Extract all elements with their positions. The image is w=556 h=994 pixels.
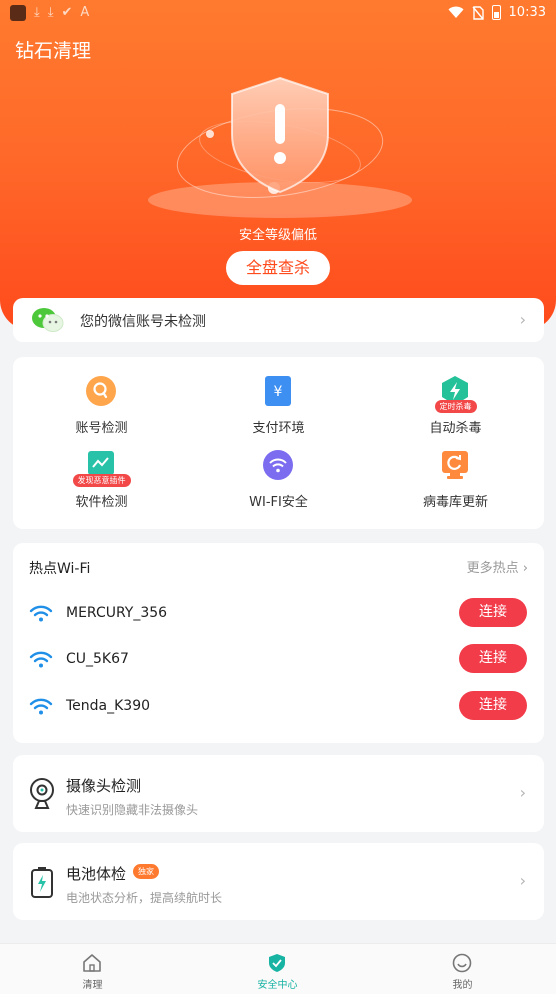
full-scan-button[interactable]: 全盘查杀 (226, 251, 330, 285)
tab-clean[interactable]: 清理 (0, 944, 185, 994)
payment-yen-icon: ¥ (265, 376, 291, 406)
wifi-ssid: CU_5K67 (66, 651, 129, 667)
account-search-icon (86, 376, 116, 406)
a-icon: A (80, 5, 90, 20)
tab-label: 安全中心 (257, 980, 298, 991)
camera-check-subtitle: 快速识别隐藏非法摄像头 (66, 803, 199, 817)
wifi-row: Tenda_K390 连接 (13, 684, 544, 730)
tab-security-center[interactable]: 安全中心 (185, 944, 370, 994)
tab-label: 清理 (82, 980, 103, 991)
warning-shield-icon (231, 76, 329, 194)
feature-label: 软件检测 (75, 495, 128, 510)
tab-mine[interactable]: 我的 (370, 944, 555, 994)
profile-icon (452, 953, 472, 973)
wifi-icon (29, 698, 53, 715)
feature-wifi-security[interactable]: WI-FI安全 (190, 431, 367, 511)
bottom-tab-bar: 清理 安全中心 我的 (0, 943, 556, 994)
wifi-ssid: MERCURY_356 (66, 605, 168, 621)
feature-auto-antivirus[interactable]: 定时杀毒 自动杀毒 (367, 357, 544, 437)
home-icon (83, 954, 101, 972)
camera-check-title: 摄像头检测 (66, 777, 142, 795)
camera-check-card[interactable]: 摄像头检测 快速识别隐藏非法摄像头 › (13, 755, 544, 832)
wechat-check-banner[interactable]: 您的微信账号未检测 › (13, 298, 544, 342)
download-icon: ⤓ (47, 5, 54, 20)
more-hotspots-label: 更多热点 (466, 561, 519, 576)
timed-antivirus-badge: 定时杀毒 (434, 400, 477, 413)
no-sim-icon (471, 5, 484, 20)
virus-db-update-icon (442, 451, 468, 479)
wifi-icon (29, 651, 53, 668)
chevron-right-icon: › (519, 783, 526, 802)
malicious-plugin-badge: 发现恶意插件 (72, 474, 131, 487)
hotspot-wifi-card: 热点Wi-Fi 更多热点 › MERCURY_356 连接 CU_5K67 连接… (13, 543, 544, 743)
wifi-signal-icon (448, 6, 464, 18)
feature-payment-env[interactable]: ¥ 支付环境 (190, 357, 367, 437)
feature-label: WI-FI安全 (249, 495, 308, 510)
security-level-text: 安全等级偏低 (238, 228, 317, 243)
chevron-right-icon: › (519, 310, 526, 329)
chevron-right-icon: › (522, 561, 528, 576)
tab-label: 我的 (452, 980, 473, 991)
wechat-notice-text: 您的微信账号未检测 (80, 314, 206, 330)
check-icon: ✔ (61, 5, 73, 20)
battery-check-subtitle: 电池状态分析，提高续航时长 (66, 891, 223, 905)
hero-banner: ⤓ ⤓ ✔ A 10:33 钻石清理 安全等级偏低 全盘查杀 (0, 0, 556, 330)
svg-text:¥: ¥ (274, 384, 283, 400)
wifi-icon (29, 605, 53, 622)
status-bar: ⤓ ⤓ ✔ A 10:33 (0, 0, 556, 28)
shield-check-icon (269, 954, 285, 972)
wechat-icon (32, 308, 64, 332)
connect-button[interactable]: 连接 (459, 598, 527, 627)
camera-icon (30, 778, 54, 809)
battery-icon (491, 5, 501, 20)
app-title: 钻石清理 (15, 40, 92, 62)
exclusive-badge: 独家 (133, 864, 159, 879)
wifi-row: MERCURY_356 连接 (13, 591, 544, 637)
wifi-security-icon (263, 450, 293, 480)
app-notification-icon (10, 5, 26, 21)
feature-software-check[interactable]: 发现恶意插件 软件检测 (13, 431, 190, 511)
download-icon: ⤓ (34, 5, 40, 20)
feature-account-check[interactable]: 账号检测 (13, 357, 190, 437)
battery-check-icon (31, 867, 53, 898)
hotspot-wifi-title: 热点Wi-Fi (29, 561, 91, 577)
wifi-row: CU_5K67 连接 (13, 637, 544, 683)
more-hotspots-link[interactable]: 更多热点 › (467, 557, 528, 576)
battery-check-title: 电池体检 (66, 865, 127, 883)
wifi-ssid: Tenda_K390 (66, 698, 151, 714)
feature-label: 病毒库更新 (422, 495, 488, 510)
feature-grid: 账号检测 ¥ 支付环境 定时杀毒 自动杀毒 发现恶意插件 软件检测 WI-FI安… (13, 357, 544, 529)
connect-button[interactable]: 连接 (459, 691, 527, 720)
status-time: 10:33 (508, 5, 546, 20)
chevron-right-icon: › (519, 871, 526, 890)
connect-button[interactable]: 连接 (459, 644, 527, 673)
battery-check-card[interactable]: 电池体检 独家 电池状态分析，提高续航时长 › (13, 843, 544, 920)
feature-virus-db-update[interactable]: 病毒库更新 (367, 431, 544, 511)
security-shield-graphic (148, 72, 412, 222)
